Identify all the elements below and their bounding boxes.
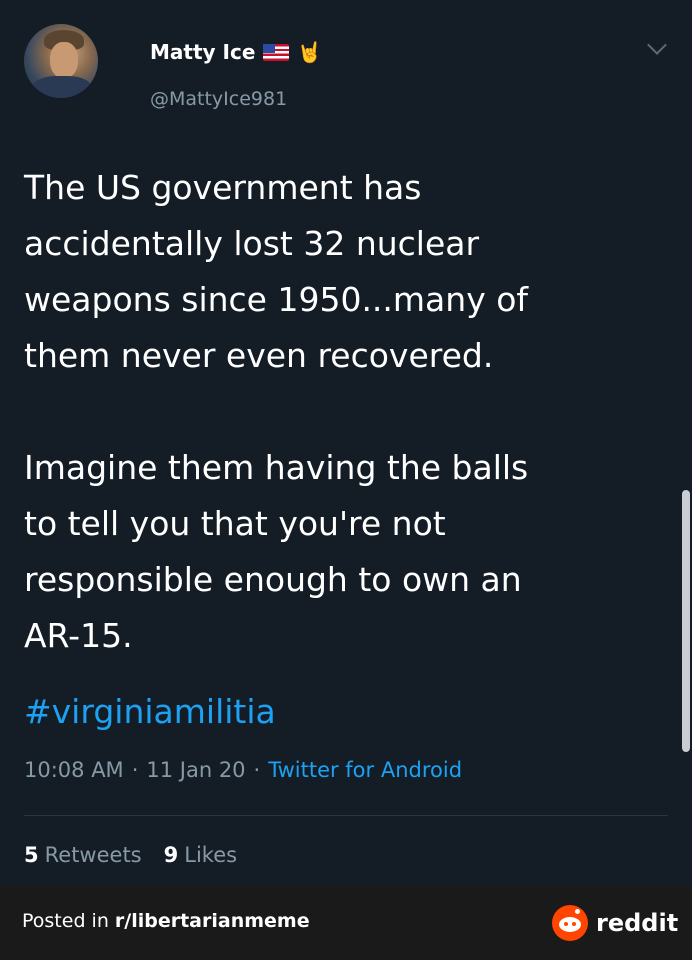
reddit-footer: Posted in r/libertarianmeme reddit	[0, 886, 692, 960]
retweets-label: Retweets	[44, 843, 142, 867]
us-flag-icon	[263, 43, 290, 61]
author-name-row: Matty Ice 🤘	[150, 40, 322, 64]
author-handle[interactable]: @MattyIce981	[150, 88, 287, 110]
avatar[interactable]	[24, 24, 98, 98]
author-name[interactable]: Matty Ice	[150, 40, 255, 64]
reddit-logo: reddit	[552, 905, 678, 941]
scrollbar[interactable]	[682, 490, 690, 752]
reddit-snoo-icon	[552, 905, 588, 941]
tweet-text: The US government has accidentally lost …	[24, 168, 529, 655]
hashtag-link[interactable]: #virginiamilitia	[24, 692, 276, 731]
divider	[24, 815, 668, 816]
likes-label: Likes	[184, 843, 238, 867]
posted-prefix: Posted in	[22, 910, 115, 932]
tweet-meta: 10:08 AM · 11 Jan 20 · Twitter for Andro…	[24, 758, 462, 782]
retweets-count: 5	[24, 843, 39, 867]
rock-hand-icon: 🤘	[297, 40, 323, 64]
tweet-date: 11 Jan 20	[146, 758, 246, 782]
likes-stat[interactable]: 9 Likes	[164, 843, 237, 867]
meta-separator: ·	[253, 758, 261, 782]
reddit-wordmark: reddit	[596, 909, 679, 937]
tweet-stats: 5 Retweets 9 Likes	[24, 843, 237, 867]
chevron-down-icon[interactable]	[647, 35, 667, 55]
tweet-source-link[interactable]: Twitter for Android	[268, 758, 462, 782]
retweets-stat[interactable]: 5 Retweets	[24, 843, 142, 867]
meta-separator: ·	[131, 758, 139, 782]
subreddit-link[interactable]: r/libertarianmeme	[115, 910, 310, 932]
tweet-time: 10:08 AM	[24, 758, 124, 782]
likes-count: 9	[163, 843, 179, 867]
posted-in-text: Posted in r/libertarianmeme	[22, 910, 310, 932]
tweet-card: Matty Ice 🤘 @MattyIce981 The US governme…	[0, 0, 692, 886]
